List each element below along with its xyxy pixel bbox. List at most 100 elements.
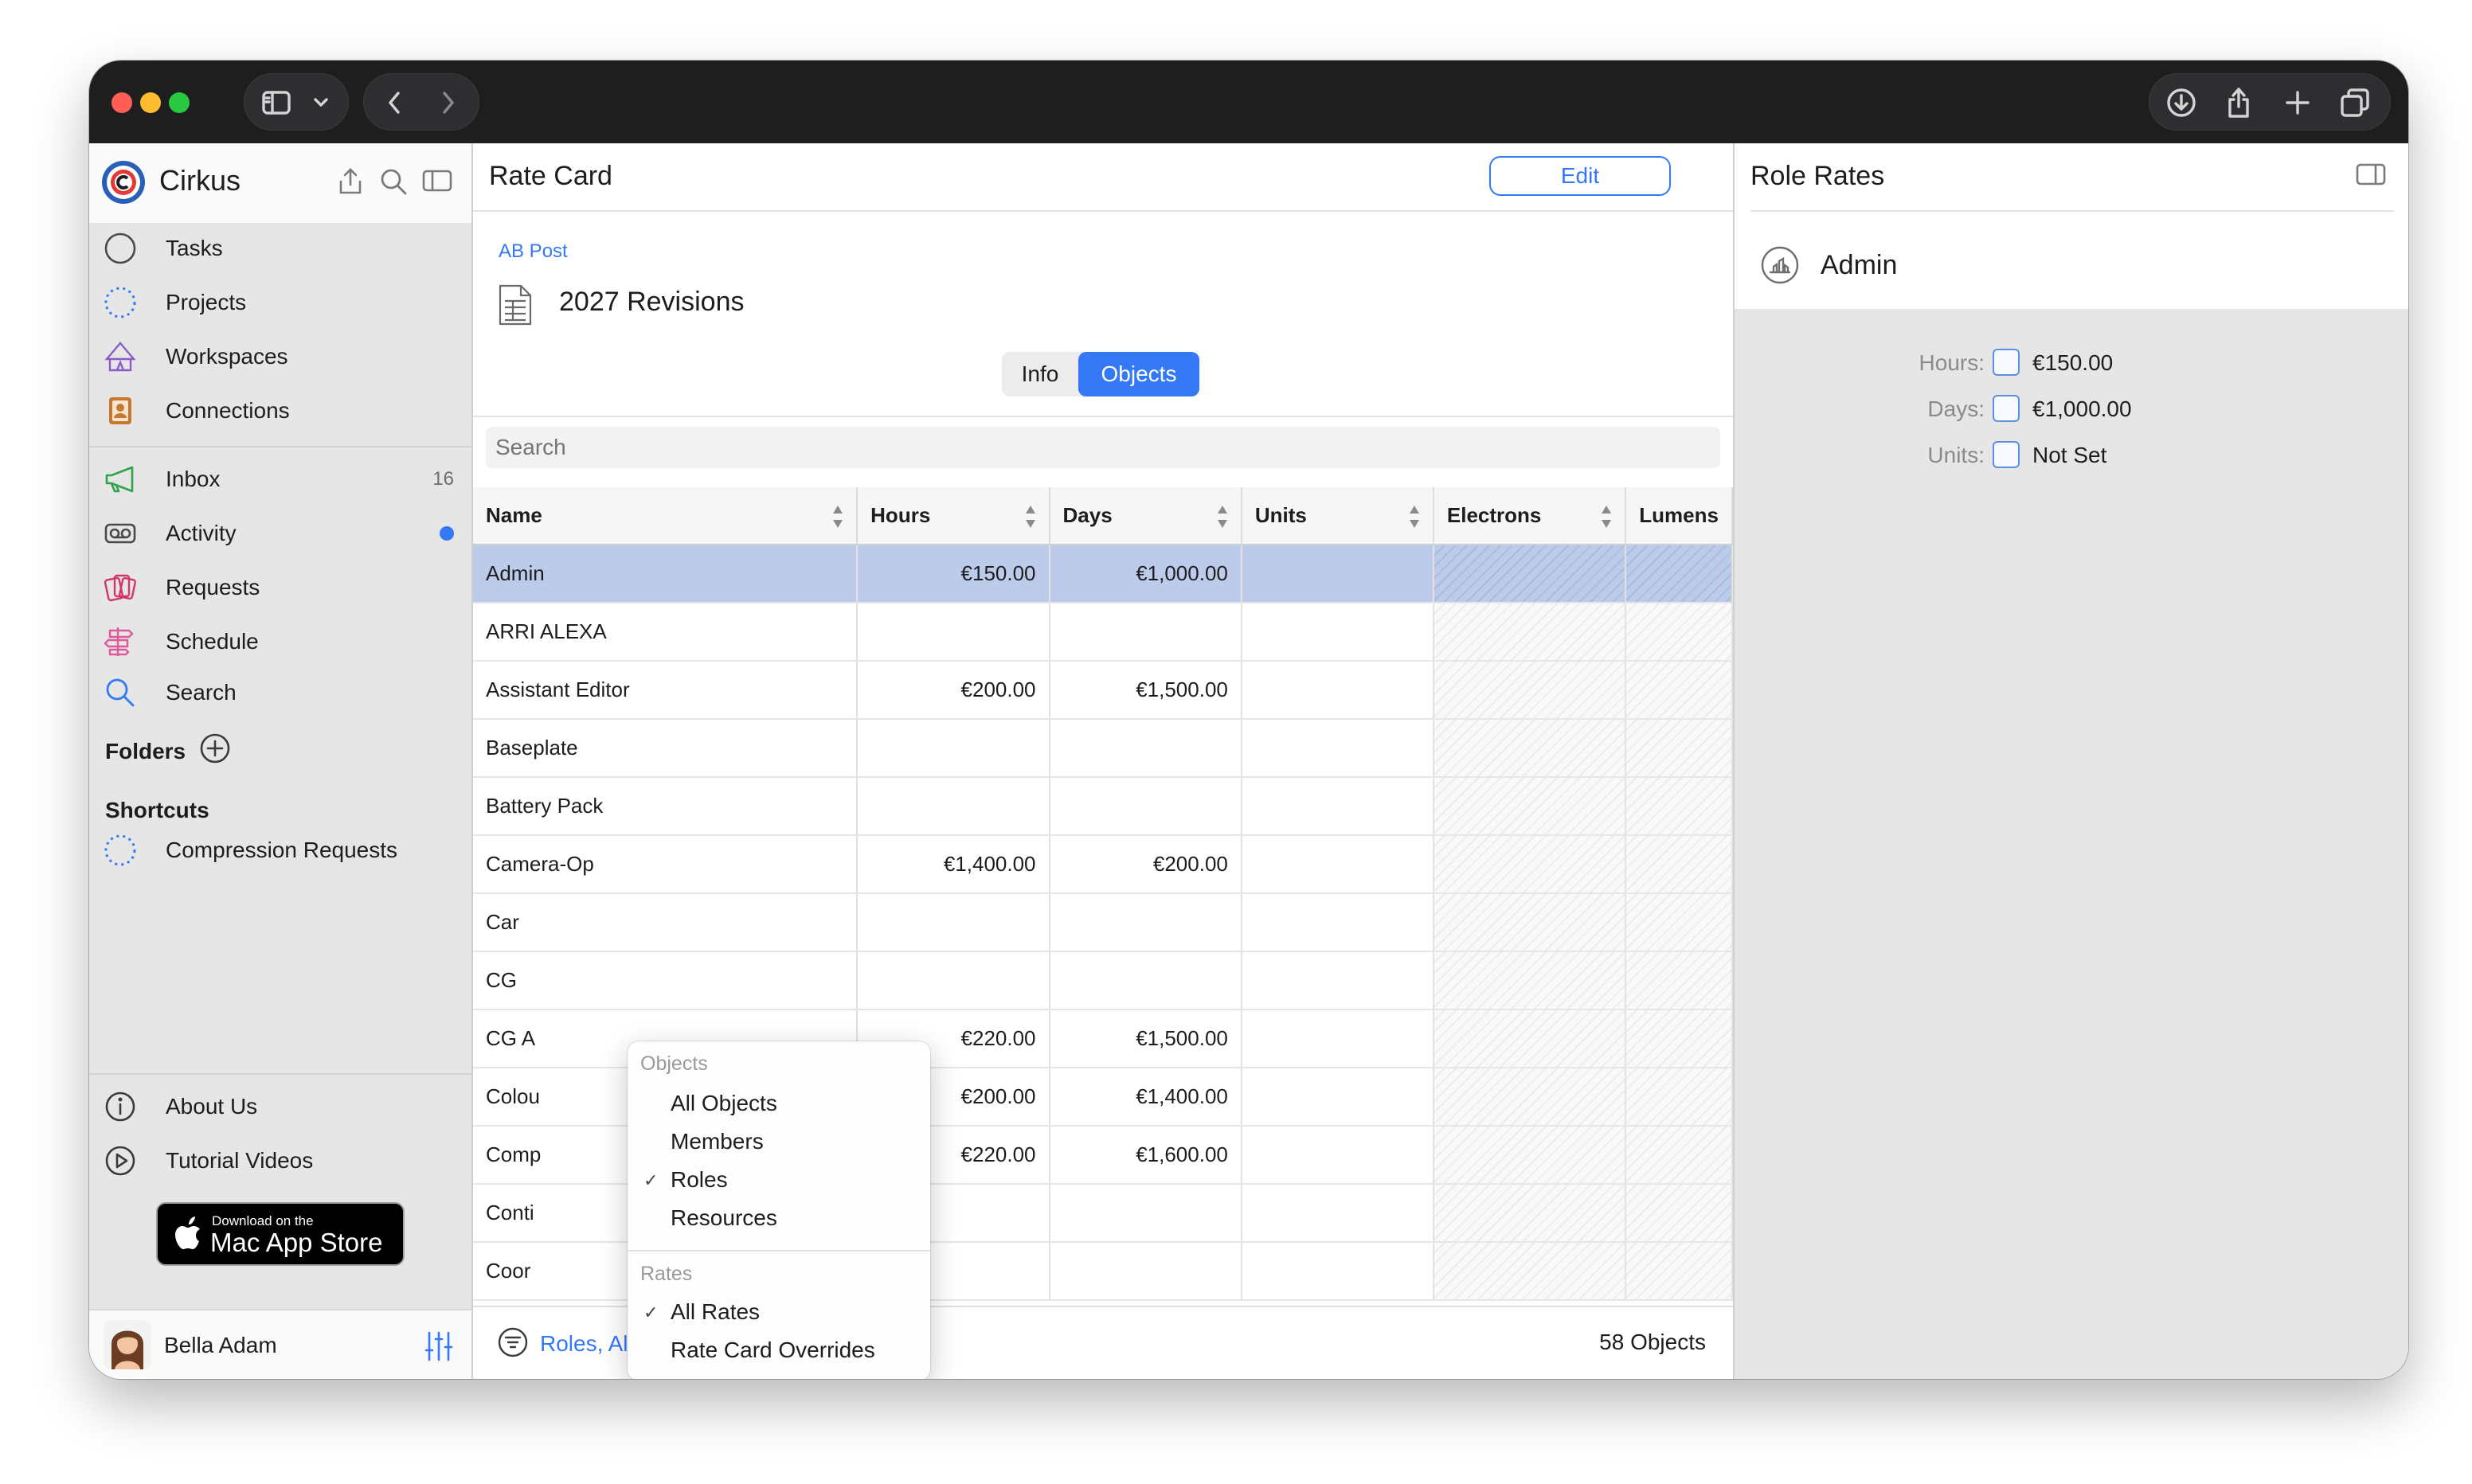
menu-item-members[interactable]: Members xyxy=(628,1124,930,1162)
forward-arrow-icon[interactable] xyxy=(432,87,464,119)
column-header-label: Electrons xyxy=(1446,503,1542,527)
chevron-down-icon xyxy=(308,90,334,115)
settings-sliders-icon[interactable] xyxy=(422,1330,456,1363)
cell-hours xyxy=(857,951,1050,1010)
folders-label: Folders xyxy=(105,739,186,763)
column-header-hours[interactable]: Hours xyxy=(857,487,1050,545)
sidebar-item-projects[interactable]: Projects xyxy=(89,277,471,328)
column-header-lumens[interactable]: Lumens xyxy=(1625,487,1733,545)
inbox-count-badge: 16 xyxy=(432,468,454,490)
cell-units xyxy=(1241,1010,1434,1068)
back-arrow-icon[interactable] xyxy=(378,87,410,119)
export-icon[interactable] xyxy=(336,167,368,199)
table-row[interactable]: Baseplate xyxy=(473,719,1733,778)
column-header-days[interactable]: Days xyxy=(1049,487,1242,545)
column-header-name[interactable]: Name xyxy=(473,487,859,545)
sidebar-item-connections[interactable]: Connections xyxy=(89,385,471,436)
cell-days xyxy=(1049,1184,1242,1243)
zoom-window-button[interactable] xyxy=(169,92,190,113)
filter-icon[interactable] xyxy=(497,1326,529,1358)
column-header-label: Hours xyxy=(870,503,931,527)
minimize-window-button[interactable] xyxy=(140,92,161,113)
sidebar-item-label: Search xyxy=(166,680,237,705)
sort-arrows-icon xyxy=(1025,506,1035,528)
cell-electrons-disabled xyxy=(1433,893,1627,952)
cell-electrons-disabled xyxy=(1433,1184,1627,1243)
table-row[interactable]: Assistant Editor €200.00 €1,500.00 xyxy=(473,661,1733,720)
edit-button[interactable]: Edit xyxy=(1489,156,1671,196)
sidebar: Cirkus Tasks Projects Workspaces Connect… xyxy=(89,143,473,1379)
search-input[interactable] xyxy=(486,427,1720,468)
table-row[interactable]: Car xyxy=(473,893,1733,952)
sidebar-icon xyxy=(259,85,294,120)
sidebar-item-about-us[interactable]: About Us xyxy=(89,1081,471,1132)
document-title: 2027 Revisions xyxy=(559,287,745,317)
menu-item-resources[interactable]: Resources xyxy=(628,1201,930,1239)
sidebar-toggle-icon[interactable] xyxy=(422,169,454,197)
shortcut-item-compression-requests[interactable]: Compression Requests xyxy=(89,825,471,876)
share-icon[interactable] xyxy=(2221,84,2256,122)
tab-overview-icon[interactable] xyxy=(2337,85,2372,120)
table-row[interactable]: Admin €150.00 €1,000.00 xyxy=(473,545,1733,603)
column-header-label: Units xyxy=(1254,503,1307,527)
checkmark-icon: ✓ xyxy=(643,1170,659,1190)
sidebar-item-label: Activity xyxy=(166,521,237,545)
user-name: Bella Adam xyxy=(164,1333,277,1357)
breadcrumb[interactable]: AB Post xyxy=(499,240,568,263)
rate-checkbox[interactable] xyxy=(1993,349,2020,376)
rate-value: Not Set xyxy=(2032,443,2107,467)
folders-heading: Folders xyxy=(105,739,186,764)
table-row[interactable]: CG xyxy=(473,951,1733,1010)
column-header-units[interactable]: Units xyxy=(1241,487,1434,545)
rate-checkbox[interactable] xyxy=(1993,441,2020,468)
sidebar-item-requests[interactable]: Requests xyxy=(89,562,471,613)
sidebar-item-tutorial-videos[interactable]: Tutorial Videos xyxy=(89,1135,471,1186)
cell-lumens-disabled xyxy=(1625,719,1733,778)
cell-units xyxy=(1241,545,1434,603)
signpost-icon xyxy=(104,625,137,658)
sidebar-item-schedule[interactable]: Schedule xyxy=(89,616,471,667)
download-icon[interactable] xyxy=(2164,85,2199,120)
cell-units xyxy=(1241,1242,1434,1301)
new-tab-icon[interactable] xyxy=(2280,85,2315,120)
cell-name: CG xyxy=(473,951,859,1010)
search-icon[interactable] xyxy=(379,167,411,199)
sidebar-item-tasks[interactable]: Tasks xyxy=(89,223,471,274)
menu-item-label: Rate Card Overrides xyxy=(671,1338,875,1362)
tab-objects[interactable]: Objects xyxy=(1078,352,1199,396)
app-name: Cirkus xyxy=(159,164,241,197)
sidebar-toggle-group[interactable] xyxy=(244,73,349,131)
sidebar-item-activity[interactable]: Activity xyxy=(89,508,471,559)
menu-item-all-objects[interactable]: All Objects xyxy=(628,1086,930,1124)
cell-lumens-disabled xyxy=(1625,603,1733,662)
menu-item-roles[interactable]: ✓ Roles xyxy=(628,1162,930,1201)
menu-item-rate-card-overrides[interactable]: Rate Card Overrides xyxy=(628,1333,930,1371)
menu-item-all-rates[interactable]: ✓ All Rates xyxy=(628,1295,930,1333)
cell-hours: €200.00 xyxy=(857,661,1050,720)
inspector-toggle-icon[interactable] xyxy=(2356,162,2388,191)
column-header-electrons[interactable]: Electrons xyxy=(1433,487,1627,545)
cell-lumens-disabled xyxy=(1625,1010,1733,1068)
role-rates-header: Role Rates Admin xyxy=(1735,143,2408,309)
shortcuts-heading: Shortcuts xyxy=(105,798,209,822)
close-window-button[interactable] xyxy=(111,92,132,113)
cell-lumens-disabled xyxy=(1625,951,1733,1010)
avatar[interactable] xyxy=(104,1320,151,1369)
mac-app-store-badge[interactable]: Download on the Mac App Store xyxy=(156,1202,405,1266)
cell-days: €1,400.00 xyxy=(1049,1068,1242,1127)
add-folder-icon[interactable] xyxy=(198,731,233,766)
tab-info[interactable]: Info xyxy=(1002,352,1078,396)
circle-icon xyxy=(104,232,137,265)
sidebar-item-search[interactable]: Search xyxy=(89,667,471,718)
table-row[interactable]: ARRI ALEXA xyxy=(473,603,1733,662)
cell-name: Admin xyxy=(473,545,859,603)
sidebar-item-label: Projects xyxy=(166,290,247,314)
menu-item-label: All Rates xyxy=(671,1299,761,1324)
cell-days: €1,500.00 xyxy=(1049,661,1242,720)
rate-checkbox[interactable] xyxy=(1993,395,2020,422)
table-row[interactable]: Battery Pack xyxy=(473,777,1733,836)
sidebar-item-workspaces[interactable]: Workspaces xyxy=(89,331,471,382)
table-row[interactable]: Camera-Op €1,400.00 €200.00 xyxy=(473,835,1733,894)
sidebar-item-inbox[interactable]: Inbox 16 xyxy=(89,454,471,505)
filter-menu: Objects All Objects Members ✓ Roles Reso… xyxy=(628,1041,930,1379)
